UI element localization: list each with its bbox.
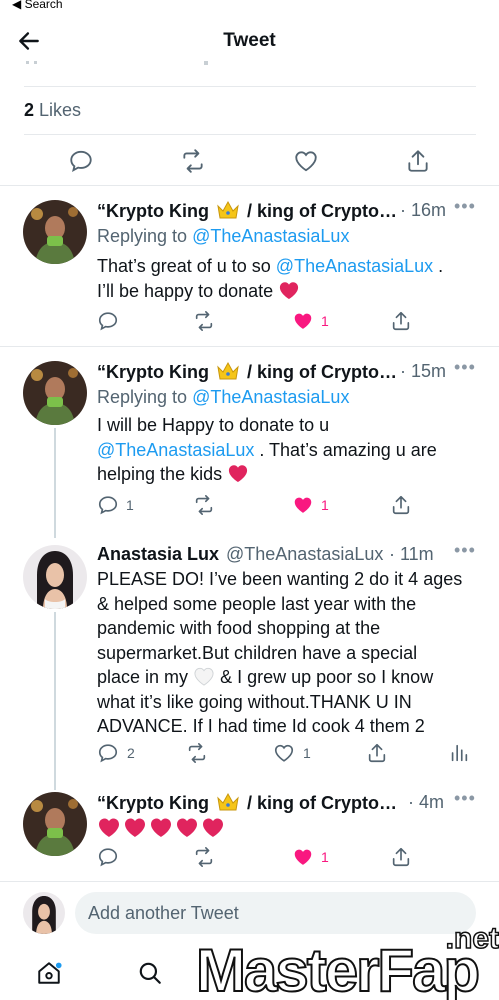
reply-icon[interactable]: [97, 494, 119, 516]
tweet-time: · 16m: [400, 200, 447, 220]
tweet-text: [97, 816, 487, 845]
reply-icon[interactable]: [68, 148, 94, 174]
tweet-actions: 1 1: [0, 494, 499, 516]
divider: [0, 881, 499, 882]
author-handle[interactable]: @TheAnastasiaLux: [226, 544, 383, 565]
tweet-time: · 11m: [389, 544, 434, 564]
retweet-icon[interactable]: [186, 742, 208, 764]
like-count: 1: [303, 745, 311, 761]
thread-line: [54, 612, 56, 790]
mention-link[interactable]: @TheAnastasiaLux: [192, 387, 349, 407]
mention-link[interactable]: @TheAnastasiaLux: [276, 256, 433, 276]
author-name[interactable]: “Krypto King / king of Crypto…: [97, 200, 397, 222]
like-icon[interactable]: [273, 742, 295, 764]
back-to-search-link[interactable]: ◀ Search: [12, 0, 63, 11]
share-icon[interactable]: [405, 148, 431, 174]
tweet-actions: 2 1: [0, 742, 499, 764]
page-title: Tweet: [223, 30, 276, 51]
mention-link[interactable]: @TheAnastasiaLux: [97, 440, 254, 460]
reply-icon[interactable]: [97, 846, 119, 868]
avatar[interactable]: [23, 361, 87, 425]
retweet-icon[interactable]: [180, 148, 206, 174]
author-name[interactable]: Anastasia Lux: [97, 544, 219, 565]
reply-tweet[interactable]: Anastasia Lux @TheAnastasiaLux · 11m •••…: [0, 527, 499, 777]
share-icon[interactable]: [390, 494, 412, 516]
more-options-icon[interactable]: •••: [454, 540, 476, 561]
tweet-actions: 1: [0, 846, 499, 868]
tweet-text: PLEASE DO! I’ve been wanting 2 do it 4 a…: [97, 569, 463, 736]
replying-to: Replying to @TheAnastasiaLux: [97, 226, 350, 246]
mention-link[interactable]: @TheAnastasiaLux: [192, 226, 349, 246]
crown-emoji-icon: [217, 361, 239, 380]
likes-count[interactable]: 2 Likes: [24, 100, 81, 121]
reply-count: 1: [126, 497, 134, 513]
retweet-icon[interactable]: [193, 310, 215, 332]
tweet-text: That’s great of u to so @TheAnastasiaLux…: [97, 256, 444, 301]
share-icon[interactable]: [390, 846, 412, 868]
avatar[interactable]: [23, 200, 87, 264]
tweet-text: I will be Happy to donate to u @TheAnast…: [97, 415, 437, 484]
main-tweet-actions: [0, 146, 499, 176]
thread-line: [54, 428, 56, 538]
like-icon[interactable]: [293, 148, 319, 174]
retweet-icon[interactable]: [193, 494, 215, 516]
share-icon[interactable]: [390, 310, 412, 332]
divider: [24, 134, 476, 135]
reply-icon[interactable]: [97, 742, 119, 764]
reply-icon[interactable]: [97, 310, 119, 332]
like-count: 1: [321, 497, 329, 513]
status-bar: ◀ Search: [0, 0, 499, 14]
reply-count: 2: [127, 745, 135, 761]
add-tweet-placeholder: Add another Tweet: [88, 903, 239, 923]
watermark: MasterFap .net: [195, 921, 499, 1000]
author-name[interactable]: “Krypto King / king of Crypto…: [97, 792, 397, 814]
divider: [24, 86, 476, 87]
tweet-time: · 15m: [400, 361, 447, 381]
reply-tweet[interactable]: “Krypto King / king of Crypto… · 15m •••…: [0, 347, 499, 527]
liked-heart-icon[interactable]: [292, 494, 314, 516]
author-name[interactable]: “Krypto King / king of Crypto…: [97, 361, 397, 383]
avatar[interactable]: [23, 545, 87, 609]
red-heart-emoji-icon: [280, 281, 299, 299]
more-options-icon[interactable]: •••: [454, 196, 476, 217]
cropped-text-remnant: [24, 56, 476, 68]
own-avatar[interactable]: [23, 892, 65, 934]
replying-to: Replying to @TheAnastasiaLux: [97, 387, 350, 407]
watermark-tld: .net: [445, 921, 499, 956]
reply-tweet[interactable]: “Krypto King / king of Crypto… · 16m •••…: [0, 186, 499, 346]
like-count: 1: [321, 313, 329, 329]
liked-heart-icon[interactable]: [292, 310, 314, 332]
tweet-time: · 4m: [408, 792, 444, 812]
more-options-icon[interactable]: •••: [454, 788, 476, 809]
red-hearts-emoji-row-icon: [99, 818, 223, 837]
more-options-icon[interactable]: •••: [454, 357, 476, 378]
watermark-site: MasterFap: [195, 936, 481, 1000]
crown-emoji-icon: [217, 200, 239, 219]
red-heart-emoji-icon: [229, 465, 248, 483]
crown-emoji-icon: [217, 792, 239, 811]
home-icon[interactable]: [36, 960, 62, 986]
tweet-actions: 1: [0, 310, 499, 332]
analytics-icon[interactable]: [448, 742, 470, 764]
retweet-icon[interactable]: [193, 846, 215, 868]
liked-heart-icon[interactable]: [292, 846, 314, 868]
white-heart-emoji-icon: [194, 667, 214, 686]
reply-tweet[interactable]: “Krypto King / king of Crypto… · 4m ••• …: [0, 777, 499, 881]
share-icon[interactable]: [366, 742, 388, 764]
search-icon[interactable]: [137, 960, 163, 986]
like-count: 1: [321, 849, 329, 865]
